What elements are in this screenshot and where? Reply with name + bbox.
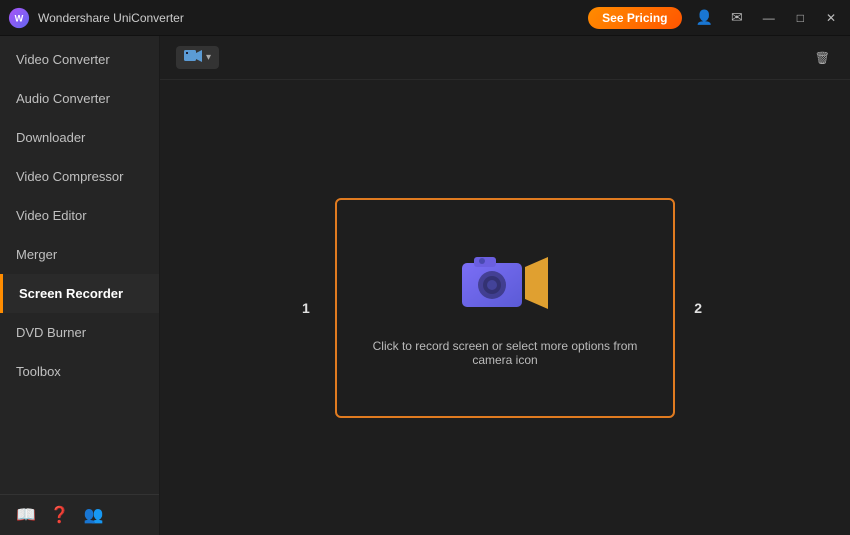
label-1: 1 [302, 300, 310, 316]
sidebar-item-downloader[interactable]: Downloader [0, 118, 159, 157]
svg-text:W: W [15, 13, 24, 23]
toolbar: ▾ 🗑 [160, 36, 850, 80]
toolbar-left: ▾ [176, 46, 219, 69]
people-icon[interactable]: 👥 [84, 505, 104, 525]
format-selector[interactable]: ▾ [176, 46, 219, 69]
video-format-icon [184, 49, 202, 66]
close-button[interactable]: ✕ [820, 9, 842, 27]
sidebar-item-toolbox[interactable]: Toolbox [0, 352, 159, 391]
book-icon[interactable]: 📖 [16, 505, 36, 525]
user-icon[interactable]: 👤 [692, 7, 717, 28]
drop-zone[interactable]: Click to record screen or select more op… [335, 198, 675, 418]
titlebar-right: See Pricing 👤 ✉ — □ ✕ [588, 7, 842, 29]
sidebar: Video Converter Audio Converter Download… [0, 36, 160, 535]
delete-all-button[interactable]: 🗑 [815, 51, 834, 65]
app-logo: W [8, 7, 30, 29]
app-title: Wondershare UniConverter [38, 11, 184, 25]
sidebar-item-audio-converter[interactable]: Audio Converter [0, 79, 159, 118]
minimize-button[interactable]: — [757, 9, 781, 27]
sidebar-nav: Video Converter Audio Converter Download… [0, 36, 159, 494]
maximize-button[interactable]: □ [791, 9, 810, 27]
trash-icon: 🗑 [815, 51, 830, 65]
toolbar-right: 🗑 [815, 51, 834, 65]
see-pricing-button[interactable]: See Pricing [588, 7, 681, 29]
main-layout: Video Converter Audio Converter Download… [0, 36, 850, 535]
sidebar-item-dvd-burner[interactable]: DVD Burner [0, 313, 159, 352]
label-2: 2 [694, 300, 702, 316]
sidebar-bottom: 📖 ❓ 👥 [0, 494, 159, 535]
content-area: ▾ 🗑 1 [160, 36, 850, 535]
sidebar-item-video-converter[interactable]: Video Converter [0, 40, 159, 79]
sidebar-item-screen-recorder[interactable]: Screen Recorder [0, 274, 159, 313]
help-icon[interactable]: ❓ [50, 505, 70, 525]
drop-zone-instruction: Click to record screen or select more op… [337, 339, 673, 367]
titlebar-left: W Wondershare UniConverter [8, 7, 184, 29]
sidebar-item-merger[interactable]: Merger [0, 235, 159, 274]
format-dropdown-arrow: ▾ [206, 52, 211, 63]
mail-icon[interactable]: ✉ [727, 7, 747, 28]
camera-icon [460, 249, 550, 319]
drop-zone-wrapper: 1 [160, 80, 850, 535]
sidebar-item-video-compressor[interactable]: Video Compressor [0, 157, 159, 196]
titlebar: W Wondershare UniConverter See Pricing 👤… [0, 0, 850, 36]
sidebar-item-video-editor[interactable]: Video Editor [0, 196, 159, 235]
